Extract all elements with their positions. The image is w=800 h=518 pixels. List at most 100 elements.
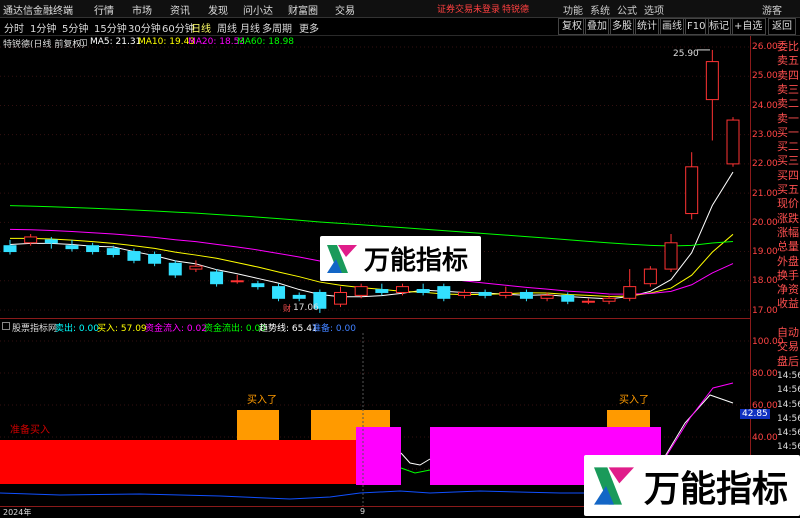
menu-item-ask[interactable]: 问小达 — [243, 2, 273, 17]
tick-time-label: 14:56 — [777, 385, 800, 396]
quote-field-label: 涨跌 — [777, 211, 799, 225]
candle-body[interactable] — [3, 245, 17, 253]
tool-button-overlay[interactable]: 叠加 — [583, 18, 611, 35]
price-tick-label: 23.00 — [752, 129, 778, 140]
candle-body[interactable] — [705, 61, 719, 101]
candle-body[interactable] — [106, 248, 120, 255]
candle-body[interactable] — [251, 283, 265, 288]
period-tab[interactable]: 1分钟 — [30, 20, 56, 35]
menu-item-discover[interactable]: 发现 — [208, 2, 228, 17]
period-tab[interactable]: 30分钟 — [128, 20, 161, 35]
candle-body[interactable] — [292, 294, 306, 299]
candle-body[interactable] — [24, 236, 38, 244]
menu-formula[interactable]: 公式 — [617, 2, 637, 17]
price-tick-label: 25.00 — [752, 71, 778, 82]
candle-body[interactable] — [189, 265, 203, 270]
candle-body[interactable] — [375, 289, 389, 293]
tick-time-label: 盘后 — [777, 354, 799, 368]
candle-body[interactable] — [354, 286, 368, 296]
candle-body[interactable] — [643, 268, 657, 285]
add-favorite-button[interactable]: +自选 — [730, 18, 767, 35]
menu-item-quotes[interactable]: 行情 — [94, 2, 114, 17]
menu-item-trade[interactable]: 交易 — [335, 2, 355, 17]
period-tab[interactable]: 分时 — [4, 20, 24, 35]
candle-body[interactable] — [416, 289, 430, 293]
candle-body[interactable] — [726, 119, 740, 165]
quote-field-label: 买五 — [777, 183, 799, 196]
tool-button-adjust[interactable]: 复权 — [558, 18, 586, 35]
menu-item-market[interactable]: 市场 — [132, 2, 152, 17]
quote-field-label: 委比 — [777, 40, 799, 53]
candle-body[interactable] — [127, 251, 141, 261]
back-button[interactable]: 返回 — [768, 18, 796, 35]
period-tab[interactable]: 多周期 — [262, 20, 292, 35]
period-tab[interactable]: 5分钟 — [62, 20, 88, 35]
period-tab[interactable]: 15分钟 — [94, 20, 127, 35]
quote-field-label: 外盘 — [777, 254, 799, 268]
period-tab[interactable]: 60分钟 — [162, 20, 195, 35]
quote-field-label: 买二 — [777, 140, 799, 154]
guest-user[interactable]: 游客 — [762, 2, 782, 17]
price-tick-label: 21.00 — [752, 188, 778, 199]
quote-field-label: 净资 — [777, 283, 799, 297]
watermark-logo-icon — [327, 244, 357, 273]
indicator-tick-label: 100.00 — [752, 337, 784, 347]
menu-system[interactable]: 系统 — [590, 2, 610, 17]
candle-body[interactable] — [395, 286, 409, 293]
tool-button-draw[interactable]: 画线 — [658, 18, 686, 35]
menu-function[interactable]: 功能 — [563, 2, 583, 17]
candle-body[interactable] — [437, 286, 451, 299]
pane-divider — [0, 318, 750, 319]
quote-field-label: 买四 — [777, 168, 799, 182]
x-axis-year: 2024年 — [3, 508, 32, 517]
candle-body[interactable] — [230, 280, 244, 283]
candle-body[interactable] — [44, 239, 58, 244]
candle-body[interactable] — [168, 262, 182, 276]
price-tick-label: 20.00 — [752, 217, 778, 228]
period-tab[interactable]: 月线 — [240, 20, 260, 35]
candle-body[interactable] — [623, 286, 637, 299]
candle-body[interactable] — [457, 291, 471, 296]
candle-body[interactable] — [499, 291, 513, 296]
tool-button-multi[interactable]: 多股 — [608, 18, 636, 35]
outflow-line — [400, 467, 431, 474]
candle-body[interactable] — [561, 294, 575, 302]
candle-body[interactable] — [685, 166, 699, 215]
inflow-bar — [356, 427, 401, 485]
period-tab-active[interactable]: 日线 — [191, 20, 211, 35]
menu-item-news[interactable]: 资讯 — [170, 2, 190, 17]
candle-body[interactable] — [86, 245, 100, 253]
stock-alert[interactable]: 特锐德 — [502, 2, 529, 15]
period-tab-more[interactable]: 更多 — [299, 20, 319, 35]
quote-field-label: 卖四 — [777, 68, 799, 82]
candle-body[interactable] — [334, 291, 348, 305]
candle-body[interactable] — [65, 245, 79, 250]
candle-body[interactable] — [602, 297, 616, 302]
candle-body[interactable] — [272, 286, 286, 299]
app-title: 通达信金融终端 — [3, 6, 73, 17]
period-bar: 分时 1分钟 5分钟 15分钟 30分钟 60分钟 日线 周线 月线 多周期 更… — [0, 18, 800, 36]
candle-body[interactable] — [148, 253, 162, 264]
menu-options[interactable]: 选项 — [644, 2, 664, 17]
candle-body[interactable] — [664, 242, 678, 270]
trend-line — [400, 452, 431, 466]
candle-body[interactable] — [581, 300, 595, 303]
high-price-annotation: 25.90 — [673, 49, 699, 59]
buy-signal-label: 买入了 — [247, 395, 277, 406]
low-price-annotation: 17.06 — [293, 303, 319, 313]
quote-field-label: 收益 — [777, 297, 799, 311]
candle-body[interactable] — [210, 271, 224, 285]
candle-body[interactable] — [519, 291, 533, 299]
tick-time-label: 14:56 — [777, 442, 800, 453]
indicator-gear-icon[interactable] — [2, 322, 10, 330]
tick-time-label: 14:56 — [777, 370, 800, 381]
tool-button-stats[interactable]: 统计 — [633, 18, 661, 35]
login-alert[interactable]: 证券交易未登录 — [437, 2, 500, 15]
menu-item-wealth[interactable]: 财富圈 — [288, 2, 318, 17]
candle-body[interactable] — [540, 294, 554, 299]
tool-button-mark[interactable]: 标记 — [705, 18, 733, 35]
candle-body[interactable] — [478, 291, 492, 296]
period-tab[interactable]: 周线 — [217, 20, 237, 35]
quote-field-label: 卖二 — [777, 97, 799, 111]
buy-signal-bar — [237, 410, 279, 440]
